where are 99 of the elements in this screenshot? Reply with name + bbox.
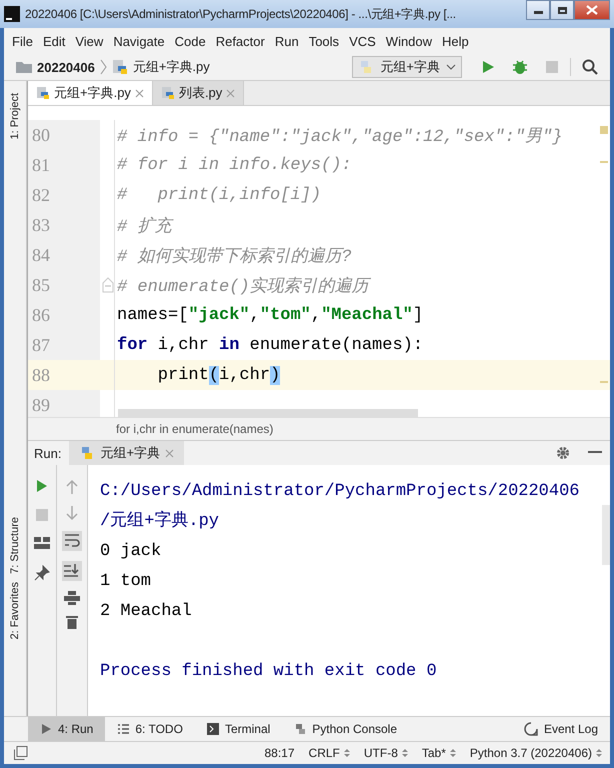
- caret-icon: [446, 64, 456, 70]
- code-text: # info = {"name":"jack","age":12,"sex":"男"}: [117, 126, 562, 146]
- event-log-tab[interactable]: Event Log: [512, 717, 610, 741]
- layout-icon[interactable]: [34, 537, 50, 549]
- python-file-icon: [160, 86, 175, 100]
- code-text: # enumerate()实现索引的遍历: [117, 276, 369, 296]
- status-bar-item[interactable]: Python 3.7 (20220406): [470, 746, 602, 760]
- tool-window-tab[interactable]: 2: Favorites: [9, 578, 21, 644]
- line-number: 82: [28, 180, 100, 210]
- menu-item[interactable]: View: [75, 34, 104, 48]
- line-number: 85: [28, 270, 100, 300]
- search-icon[interactable]: [582, 59, 598, 75]
- rerun-icon[interactable]: [36, 479, 48, 493]
- vertical-scrollbar[interactable]: [602, 505, 610, 565]
- bug-icon[interactable]: [512, 59, 528, 75]
- tool-window-tab[interactable]: Python Console: [282, 717, 410, 741]
- menu-item[interactable]: Help: [442, 34, 469, 48]
- console-output-line: 1 tom: [100, 571, 152, 593]
- printer-icon[interactable]: [64, 591, 80, 605]
- app-logo-icon: [4, 6, 20, 22]
- status-bar-item[interactable]: Tab*: [422, 746, 456, 760]
- menu-item[interactable]: Window: [386, 34, 432, 48]
- code-text: # print(i,info[i]): [117, 186, 322, 204]
- close-icon[interactable]: [134, 88, 144, 98]
- tool-window-tab[interactable]: Terminal: [194, 717, 282, 741]
- soft-wrap-icon[interactable]: [62, 531, 82, 551]
- line-number: 83: [28, 210, 100, 240]
- status-bar-item[interactable]: CRLF: [308, 746, 350, 760]
- console-output-line: /元组+字典.py: [100, 510, 220, 533]
- minimize-icon[interactable]: [588, 451, 602, 455]
- python-file-icon: [112, 59, 128, 75]
- tool-window-tab[interactable]: 6: TODO: [105, 717, 195, 741]
- menu-item[interactable]: Navigate: [113, 34, 165, 48]
- error-stripe-marker[interactable]: [600, 126, 608, 134]
- pin-icon[interactable]: [34, 565, 50, 581]
- breadcrumb-item[interactable]: 元组+字典.py: [132, 58, 210, 76]
- error-stripe-marker[interactable]: [600, 381, 608, 383]
- editor-tab[interactable]: 列表.py: [152, 81, 244, 105]
- menu-item[interactable]: Refactor: [216, 34, 265, 48]
- tool-window-tab[interactable]: 4: Run: [28, 717, 106, 741]
- settings-icon[interactable]: [556, 446, 570, 460]
- tool-window-tab[interactable]: 1: Project: [9, 89, 21, 144]
- horizontal-scrollbar[interactable]: [118, 409, 418, 417]
- line-number: 86: [28, 300, 100, 330]
- close-icon[interactable]: [226, 88, 236, 98]
- run-icon[interactable]: [481, 60, 495, 74]
- window-title: 20220406 [C:\Users\Administrator\PycharmProjects\20220406] - ...\元组+字典.py [...: [25, 6, 457, 22]
- trash-icon[interactable]: [66, 615, 78, 629]
- list-icon: [117, 723, 130, 735]
- error-stripe-marker[interactable]: [600, 161, 608, 163]
- run-icon: [40, 723, 52, 735]
- close-button[interactable]: [574, 0, 610, 20]
- close-icon[interactable]: [165, 448, 174, 458]
- up-down-arrows-icon: [402, 748, 408, 758]
- up-arrow-icon[interactable]: [65, 479, 79, 495]
- run-configuration-dropdown[interactable]: 元组+字典: [352, 56, 462, 78]
- fold-marker-icon[interactable]: [102, 277, 114, 293]
- run-panel-label: Run:: [34, 446, 62, 460]
- panel-toggle-icon[interactable]: [14, 746, 28, 760]
- editor-tab[interactable]: 元组+字典.py: [28, 81, 153, 105]
- minimize-button[interactable]: [526, 0, 550, 20]
- chevron-icon: [100, 59, 107, 75]
- console-output-line: C:/Users/Administrator/PycharmProjects/20220406: [100, 481, 580, 503]
- line-number: 81: [28, 150, 100, 180]
- tool-window-tab[interactable]: 7: Structure: [9, 513, 21, 578]
- status-bar-item[interactable]: 88:17: [264, 746, 295, 760]
- code-text: # 扩充: [117, 216, 172, 236]
- console-output-line: 2 Meachal: [100, 601, 193, 623]
- breadcrumb-item[interactable]: 20220406: [37, 60, 95, 74]
- breadcrumb-text: for i,chr in enumerate(names): [116, 422, 274, 436]
- close-icon: [586, 5, 598, 15]
- down-arrow-icon[interactable]: [65, 505, 79, 521]
- up-down-arrows-icon: [450, 748, 456, 758]
- menu-item[interactable]: File: [12, 34, 33, 48]
- code-text: # for i in info.keys():: [117, 156, 352, 174]
- menu-item[interactable]: Edit: [42, 34, 66, 48]
- menu-item[interactable]: Code: [174, 34, 206, 48]
- status-bar-item[interactable]: UTF-8: [364, 746, 408, 760]
- python-file-icon: [36, 86, 50, 100]
- folder-icon: [16, 61, 32, 73]
- line-number: 89: [28, 390, 100, 417]
- scroll-to-end-icon[interactable]: [62, 561, 82, 581]
- up-down-arrows-icon: [596, 748, 602, 758]
- line-number: 80: [28, 120, 100, 150]
- menu-item[interactable]: VCS: [349, 34, 376, 48]
- line-number: 87: [28, 330, 100, 360]
- menu-item[interactable]: Run: [274, 34, 299, 48]
- code-text: # 如何实现带下标索引的遍历?: [117, 246, 352, 266]
- console-output-line: Process finished with exit code 0: [100, 661, 438, 683]
- maximize-button[interactable]: [550, 0, 574, 20]
- terminal-icon: [206, 723, 219, 735]
- code-text: for i,chr in enumerate(names):: [117, 336, 424, 354]
- console-output-line: 0 jack: [100, 541, 162, 563]
- run-tab[interactable]: 元组+字典: [69, 441, 184, 465]
- code-text: print(i,chr): [156, 366, 280, 384]
- up-down-arrows-icon: [344, 748, 350, 758]
- code-text: names=["jack","tom","Meachal"]: [117, 306, 424, 324]
- menu-item[interactable]: Tools: [308, 34, 340, 48]
- line-number: 84: [28, 240, 100, 270]
